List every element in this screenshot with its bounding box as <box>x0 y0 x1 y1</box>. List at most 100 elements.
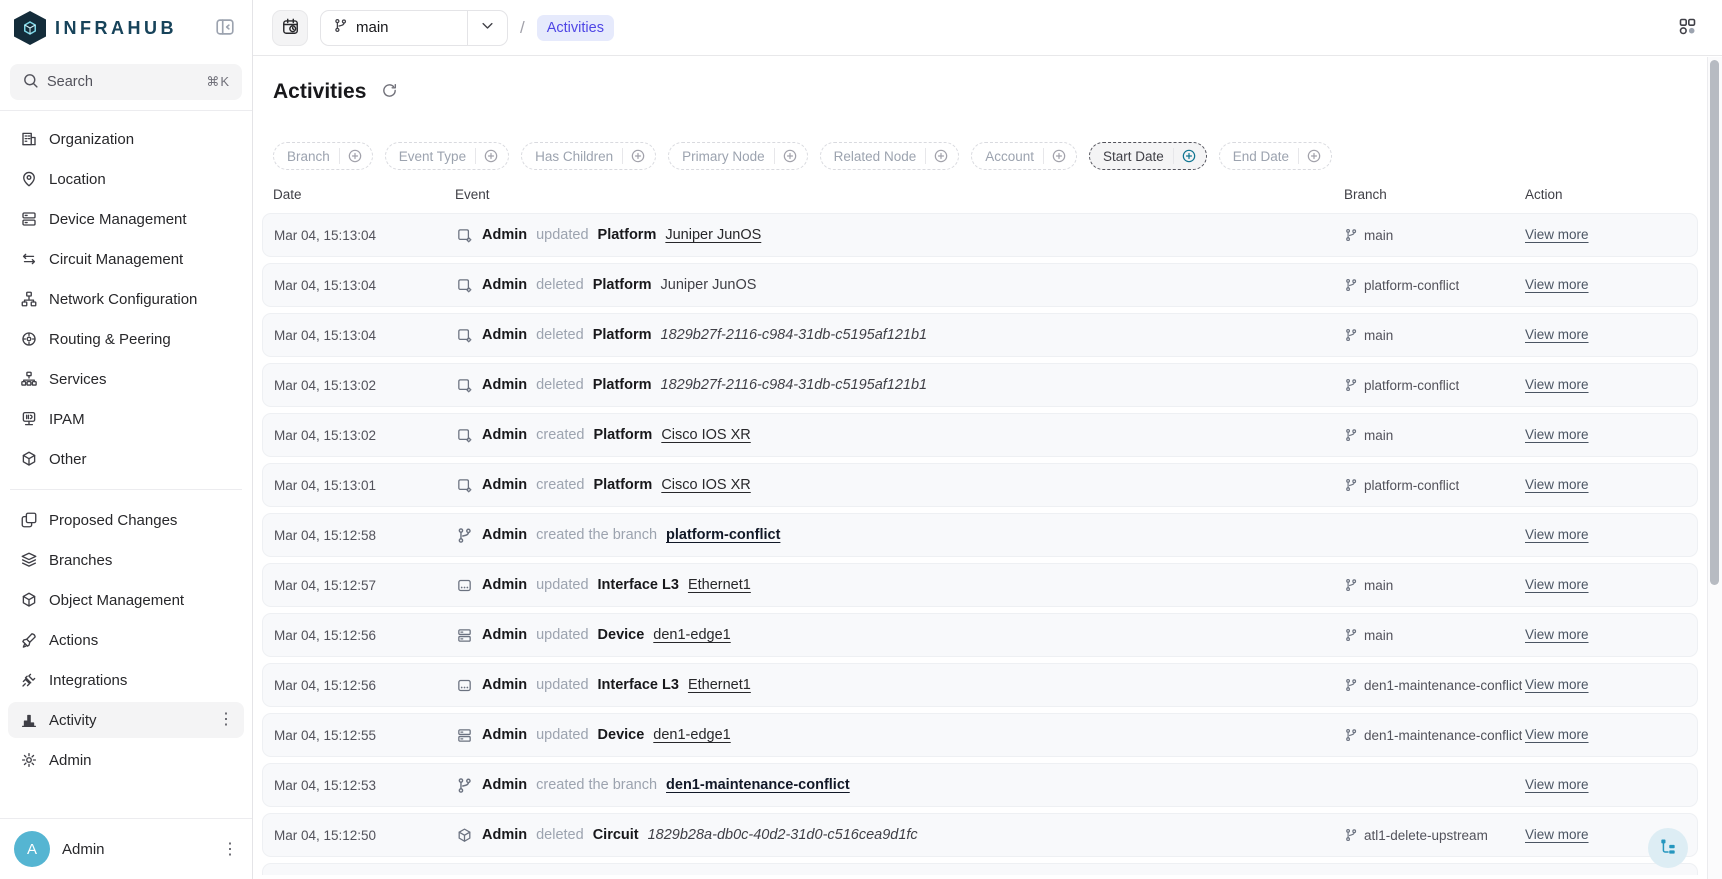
event-object-type: Interface L3 <box>598 577 679 593</box>
row-event: AdminupdatedInterface L3Ethernet1 <box>456 677 1344 694</box>
event-user: Admin <box>482 827 527 843</box>
view-more-link[interactable]: View more <box>1525 627 1589 642</box>
row-date: Mar 04, 15:13:02 <box>274 378 456 393</box>
main-area: main / Activities Activiti <box>253 0 1722 879</box>
row-event: AdmincreatedPlatformCisco IOS XR <box>456 427 1344 444</box>
plus-circle-icon[interactable] <box>340 148 372 164</box>
sidebar-item-branches[interactable]: Branches <box>8 542 244 578</box>
sidebar-collapse-button[interactable] <box>210 13 240 43</box>
filter-chip-label: End Date <box>1220 149 1298 164</box>
view-more-link[interactable]: View more <box>1525 777 1589 792</box>
event-object-name[interactable]: den1-edge1 <box>653 627 730 643</box>
tree-view-fab-button[interactable] <box>1648 828 1688 868</box>
branch-selector[interactable]: main <box>320 10 508 46</box>
sidebar-item-integrations[interactable]: Integrations <box>8 662 244 698</box>
sidebar-item-admin[interactable]: Admin <box>8 742 244 778</box>
filter-chip-end-date[interactable]: End Date <box>1219 142 1332 170</box>
cube-icon <box>20 450 38 468</box>
branch-name: platform-conflict <box>1364 478 1459 493</box>
row-branch: main <box>1344 628 1525 643</box>
sidebar-item-other[interactable]: Other <box>8 441 244 477</box>
item-kebab-menu-icon[interactable]: ⋮ <box>218 712 234 728</box>
sidebar-item-network-configuration[interactable]: Network Configuration <box>8 281 244 317</box>
sidebar-item-location[interactable]: Location <box>8 161 244 197</box>
gear-icon <box>20 751 38 769</box>
view-more-link[interactable]: View more <box>1525 577 1589 592</box>
view-more-link[interactable]: View more <box>1525 827 1589 842</box>
view-more-link[interactable]: View more <box>1525 477 1589 492</box>
filter-chip-primary-node[interactable]: Primary Node <box>668 142 808 170</box>
view-more-link[interactable]: View more <box>1525 677 1589 692</box>
plus-circle-icon[interactable] <box>1299 148 1331 164</box>
sidebar-item-services[interactable]: Services <box>8 361 244 397</box>
scrollbar[interactable] <box>1707 57 1722 879</box>
sidebar-item-label: Services <box>49 371 107 388</box>
sidebar-item-object-management[interactable]: Object Management <box>8 582 244 618</box>
event-object-name[interactable]: Ethernet1 <box>688 577 751 593</box>
row-action: View more <box>1525 326 1685 344</box>
brand-logo[interactable]: INFRAHUB <box>14 11 210 45</box>
sidebar-item-routing-peering[interactable]: Routing & Peering <box>8 321 244 357</box>
filter-chip-event-type[interactable]: Event Type <box>385 142 509 170</box>
filter-chip-has-children[interactable]: Has Children <box>521 142 656 170</box>
sidebar-item-organization[interactable]: Organization <box>8 121 244 157</box>
sidebar-item-device-management[interactable]: Device Management <box>8 201 244 237</box>
event-user: Admin <box>482 727 527 743</box>
event-user: Admin <box>482 677 527 693</box>
breadcrumb-activities[interactable]: Activities <box>537 15 614 41</box>
sidebar-item-ipam[interactable]: IPAM <box>8 401 244 437</box>
user-menu[interactable]: A Admin ⋮ <box>0 818 252 879</box>
circuit-icon <box>456 827 473 844</box>
date-picker-button[interactable] <box>272 10 308 46</box>
row-action: View more <box>1525 426 1685 444</box>
event-object-name[interactable]: Juniper JunOS <box>665 227 761 243</box>
event-action: updated <box>536 727 588 743</box>
breadcrumb-separator: / <box>520 18 525 38</box>
filter-chip-branch[interactable]: Branch <box>273 142 373 170</box>
filter-chip-account[interactable]: Account <box>971 142 1077 170</box>
search-input[interactable]: Search ⌘K <box>10 64 242 100</box>
event-object-name[interactable]: den1-edge1 <box>653 727 730 743</box>
event-object-name[interactable]: Cisco IOS XR <box>661 427 750 443</box>
plus-circle-icon[interactable] <box>1044 148 1076 164</box>
sidebar-item-actions[interactable]: Actions <box>8 622 244 658</box>
event-object-name: 1829b28a-db0c-40d2-31d0-c516cea9d1fc <box>648 827 918 843</box>
event-object-name[interactable]: platform-conflict <box>666 527 780 543</box>
row-branch: main <box>1344 328 1525 343</box>
user-kebab-menu-icon[interactable]: ⋮ <box>222 839 238 859</box>
branch-selector-caret[interactable] <box>467 11 507 45</box>
sidebar-item-circuit-management[interactable]: Circuit Management <box>8 241 244 277</box>
branch-selector-value: main <box>321 18 467 37</box>
plus-circle-icon[interactable] <box>1174 148 1206 164</box>
plus-circle-icon[interactable] <box>623 148 655 164</box>
scrollbar-thumb[interactable] <box>1710 60 1719 585</box>
view-more-link[interactable]: View more <box>1525 327 1589 342</box>
view-more-link[interactable]: View more <box>1525 427 1589 442</box>
view-more-link[interactable]: View more <box>1525 527 1589 542</box>
filter-chip-start-date[interactable]: Start Date <box>1089 142 1207 170</box>
row-event: AdmindeletedPlatformJuniper JunOS <box>456 277 1344 294</box>
plus-circle-icon[interactable] <box>775 148 807 164</box>
event-object-name[interactable]: Cisco IOS XR <box>661 477 750 493</box>
plus-circle-icon[interactable] <box>476 148 508 164</box>
sidebar-item-label: Other <box>49 451 87 468</box>
git-branch-icon <box>1344 578 1358 592</box>
sidebar-item-label: Device Management <box>49 211 187 228</box>
view-more-link[interactable]: View more <box>1525 277 1589 292</box>
event-object-type: Device <box>598 627 645 643</box>
sidebar-item-proposed-changes[interactable]: Proposed Changes <box>8 502 244 538</box>
row-event: AdmincreatedPlatformCisco IOS XR <box>456 477 1344 494</box>
row-branch: den1-maintenance-conflict <box>1344 678 1525 693</box>
sidebar-item-label: Activity <box>49 712 97 729</box>
view-more-link[interactable]: View more <box>1525 227 1589 242</box>
row-date: Mar 04, 15:13:04 <box>274 278 456 293</box>
refresh-button[interactable] <box>378 81 400 103</box>
view-more-link[interactable]: View more <box>1525 727 1589 742</box>
event-object-name[interactable]: Ethernet1 <box>688 677 751 693</box>
view-more-link[interactable]: View more <box>1525 377 1589 392</box>
filter-chip-related-node[interactable]: Related Node <box>820 142 960 170</box>
sidebar-item-activity[interactable]: Activity ⋮ <box>8 702 244 738</box>
plus-circle-icon[interactable] <box>926 148 958 164</box>
event-object-name[interactable]: den1-maintenance-conflict <box>666 777 850 793</box>
schema-button[interactable] <box>1668 9 1706 47</box>
